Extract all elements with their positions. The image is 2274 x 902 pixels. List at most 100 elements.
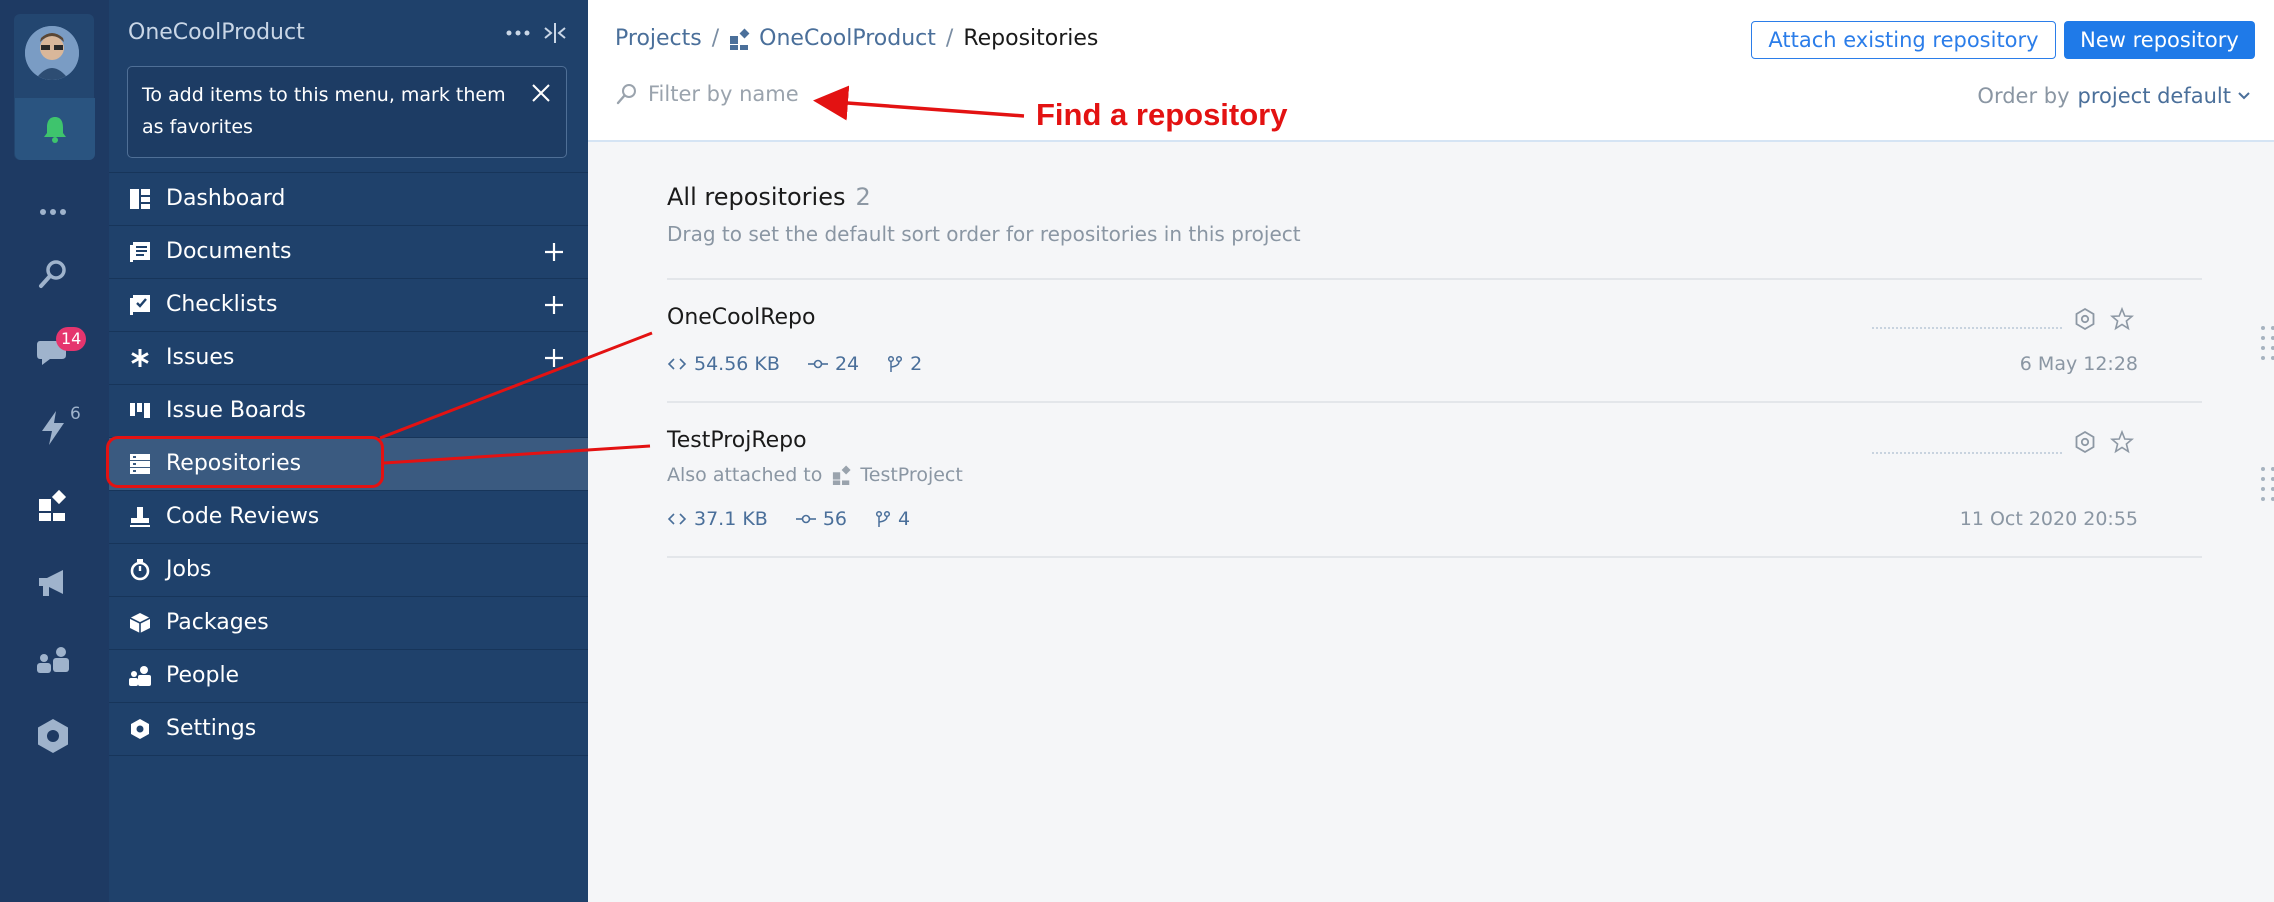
- repository-settings-icon[interactable]: [2074, 307, 2096, 331]
- sidebar-item-dashboard[interactable]: Dashboard: [109, 172, 588, 225]
- notifications-button[interactable]: [15, 98, 95, 160]
- issue-boards-icon: [130, 403, 150, 418]
- sidebar-item-people[interactable]: People: [109, 649, 588, 702]
- attach-repository-button[interactable]: Attach existing repository: [1751, 21, 2056, 59]
- filter-box: [616, 82, 848, 106]
- repository-commits: 24: [807, 353, 860, 375]
- repository-branches: 2: [887, 353, 922, 375]
- sidebar-item-label: Checklists: [166, 292, 278, 317]
- repository-actions: [2074, 307, 2134, 331]
- repository-row[interactable]: OneCoolRepo 54.56 KB 24 2 6 May 12:28: [667, 305, 2274, 400]
- sidebar-item-label: Dashboard: [166, 186, 286, 211]
- dashboard-icon: [130, 189, 150, 209]
- sidebar-item-label: Settings: [166, 716, 257, 741]
- sidebar-item-issues[interactable]: Issues: [109, 331, 588, 384]
- sidebar-menu-end: [109, 755, 588, 756]
- filter-input[interactable]: [648, 82, 848, 106]
- add-checklist-icon[interactable]: [542, 293, 566, 317]
- breadcrumb-separator: /: [711, 26, 720, 51]
- star-icon[interactable]: [2110, 430, 2134, 454]
- repository-size: 54.56 KB: [667, 353, 780, 375]
- sidebar-item-checklists[interactable]: Checklists: [109, 278, 588, 331]
- activity-sparkline: [1872, 327, 2062, 329]
- sidebar-item-documents[interactable]: Documents: [109, 225, 588, 278]
- breadcrumb-separator: /: [945, 26, 954, 51]
- add-issue-icon[interactable]: [542, 346, 566, 370]
- main-content: Projects / OneCoolProduct / Repositories…: [588, 0, 2274, 902]
- drag-handle-icon[interactable]: [2258, 464, 2274, 504]
- repository-row[interactable]: TestProjRepo Also attached to TestProjec…: [667, 428, 2274, 553]
- breadcrumb-projects[interactable]: Projects: [615, 26, 702, 51]
- repository-name[interactable]: TestProjRepo: [667, 428, 807, 453]
- page-header: Projects / OneCoolProduct / Repositories…: [588, 0, 2274, 142]
- breadcrumb-current: Repositories: [963, 26, 1099, 51]
- breadcrumb: Projects / OneCoolProduct / Repositories: [615, 26, 1098, 51]
- favorites-hint-text: To add items to this menu, mark them as …: [142, 84, 506, 138]
- drag-handle-icon[interactable]: [2258, 323, 2274, 363]
- code-icon: [667, 358, 687, 370]
- repository-commits-value: 56: [822, 508, 848, 530]
- packages-icon: [129, 613, 151, 633]
- code-icon: [667, 513, 687, 525]
- repository-size-value: 54.56 KB: [694, 353, 780, 375]
- code-reviews-icon: [130, 507, 150, 527]
- announcements-icon[interactable]: [27, 557, 79, 609]
- new-repository-button[interactable]: New repository: [2064, 21, 2255, 59]
- more-icon[interactable]: [27, 186, 79, 238]
- sidebar-item-label: Issue Boards: [166, 398, 307, 423]
- icon-rail: 14 6: [0, 0, 109, 902]
- chats-badge: 14: [56, 327, 87, 351]
- chevron-down-icon: [2238, 92, 2250, 100]
- collapse-sidebar-icon[interactable]: [538, 18, 572, 48]
- repository-commits-value: 24: [834, 353, 860, 375]
- divider: [667, 401, 2202, 403]
- sidebar-item-settings[interactable]: Settings: [109, 702, 588, 755]
- administration-icon[interactable]: [27, 710, 79, 762]
- section-subtitle: Drag to set the default sort order for r…: [667, 222, 1301, 246]
- repository-size: 37.1 KB: [667, 508, 768, 530]
- sidebar-item-label: Code Reviews: [166, 504, 320, 529]
- breadcrumb-project[interactable]: OneCoolProduct: [759, 26, 936, 51]
- documents-icon: [130, 242, 150, 262]
- project-icon: [833, 465, 851, 485]
- order-selector[interactable]: Order by project default: [1977, 84, 2251, 108]
- activity-sparkline: [1872, 452, 2062, 454]
- sidebar-item-jobs[interactable]: Jobs: [109, 543, 588, 596]
- repository-name[interactable]: OneCoolRepo: [667, 305, 815, 330]
- repository-settings-icon[interactable]: [2074, 430, 2096, 454]
- repository-date: 6 May 12:28: [2019, 353, 2138, 375]
- repository-size-value: 37.1 KB: [694, 508, 768, 530]
- branch-icon: [875, 510, 891, 527]
- attached-info: Also attached to TestProject: [667, 464, 963, 486]
- divider: [667, 556, 2202, 558]
- issues-icon: [131, 349, 149, 367]
- automation-count: 6: [70, 404, 81, 424]
- repository-branches: 4: [875, 508, 910, 530]
- settings-icon: [131, 719, 149, 739]
- attached-project[interactable]: TestProject: [860, 464, 962, 486]
- close-icon[interactable]: [530, 82, 552, 104]
- more-actions-icon[interactable]: [501, 18, 535, 48]
- sidebar-item-code-reviews[interactable]: Code Reviews: [109, 490, 588, 543]
- commit-icon: [795, 514, 816, 524]
- team-icon[interactable]: [27, 634, 79, 686]
- repository-stats: 37.1 KB 56 4: [667, 508, 938, 530]
- add-document-icon[interactable]: [542, 240, 566, 264]
- projects-icon[interactable]: [27, 479, 79, 531]
- user-avatar[interactable]: [25, 26, 79, 80]
- repository-date: 11 Oct 2020 20:55: [1959, 508, 2138, 530]
- sidebar-item-issue-boards[interactable]: Issue Boards: [109, 384, 588, 437]
- repository-stats: 54.56 KB 24 2: [667, 353, 950, 375]
- attached-prefix: Also attached to: [667, 464, 823, 486]
- annotation-text: Find a repository: [1036, 97, 1288, 132]
- sidebar-item-label: Packages: [166, 610, 269, 635]
- search-icon[interactable]: [27, 248, 79, 300]
- sidebar-item-packages[interactable]: Packages: [109, 596, 588, 649]
- branch-icon: [888, 355, 903, 372]
- section-title-text: All repositories: [667, 183, 846, 211]
- project-title[interactable]: OneCoolProduct: [128, 20, 305, 45]
- people-icon: [129, 666, 151, 686]
- bell-icon: [44, 117, 66, 143]
- section-title: All repositories 2: [667, 183, 871, 211]
- star-icon[interactable]: [2110, 307, 2134, 331]
